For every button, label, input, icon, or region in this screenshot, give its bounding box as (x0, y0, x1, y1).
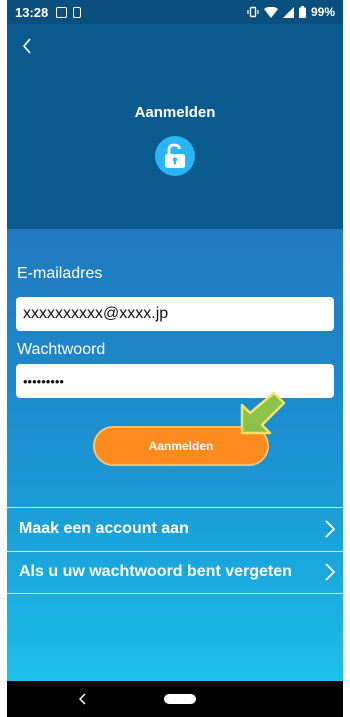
header: Aanmelden (7, 24, 343, 229)
menu-divider-top (7, 507, 343, 508)
phone-screen: 13:28 99% Aanmelden E-mailadres xxxxxxxx… (7, 0, 343, 717)
wifi-icon (263, 6, 278, 18)
sim-notification-icon (73, 6, 82, 18)
chevron-right-icon (325, 520, 336, 538)
menu-divider-bottom (7, 593, 343, 594)
battery-icon (298, 6, 306, 18)
menu-item-create-account[interactable]: Maak een account aan (7, 509, 343, 549)
battery-percentage: 99% (310, 5, 335, 19)
menu-item-forgot-password[interactable]: Als u uw wachtwoord bent vergeten (7, 552, 343, 592)
chevron-left-icon (22, 38, 31, 54)
menu-item-label: Maak een account aan (19, 520, 189, 537)
vibrate-icon (247, 6, 259, 18)
image-notification-icon (56, 6, 68, 18)
page-title: Aanmelden (134, 104, 216, 121)
email-label: E-mailadres (17, 265, 103, 282)
nav-back-icon[interactable] (78, 693, 88, 705)
chevron-right-icon (325, 563, 336, 581)
status-time: 13:28 (15, 4, 49, 20)
screenshot-frame: 13:28 99% Aanmelden E-mailadres xxxxxxxx… (0, 0, 350, 717)
password-label: Wachtwoord (17, 341, 106, 358)
status-right: 99% (247, 5, 335, 19)
system-nav-bar (7, 681, 343, 717)
pointer-arrow-icon (240, 391, 286, 435)
unlock-icon (155, 136, 195, 176)
status-bar: 13:28 99% (7, 0, 343, 24)
menu-item-label: Als u uw wachtwoord bent vergeten (19, 563, 292, 580)
email-field[interactable]: xxxxxxxxxx@xxxx.jp (16, 297, 334, 331)
back-button[interactable] (17, 36, 37, 56)
login-form: E-mailadres xxxxxxxxxx@xxxx.jp Wachtwoor… (7, 229, 343, 681)
nav-home-pill[interactable] (164, 694, 196, 704)
signal-icon (282, 6, 294, 18)
